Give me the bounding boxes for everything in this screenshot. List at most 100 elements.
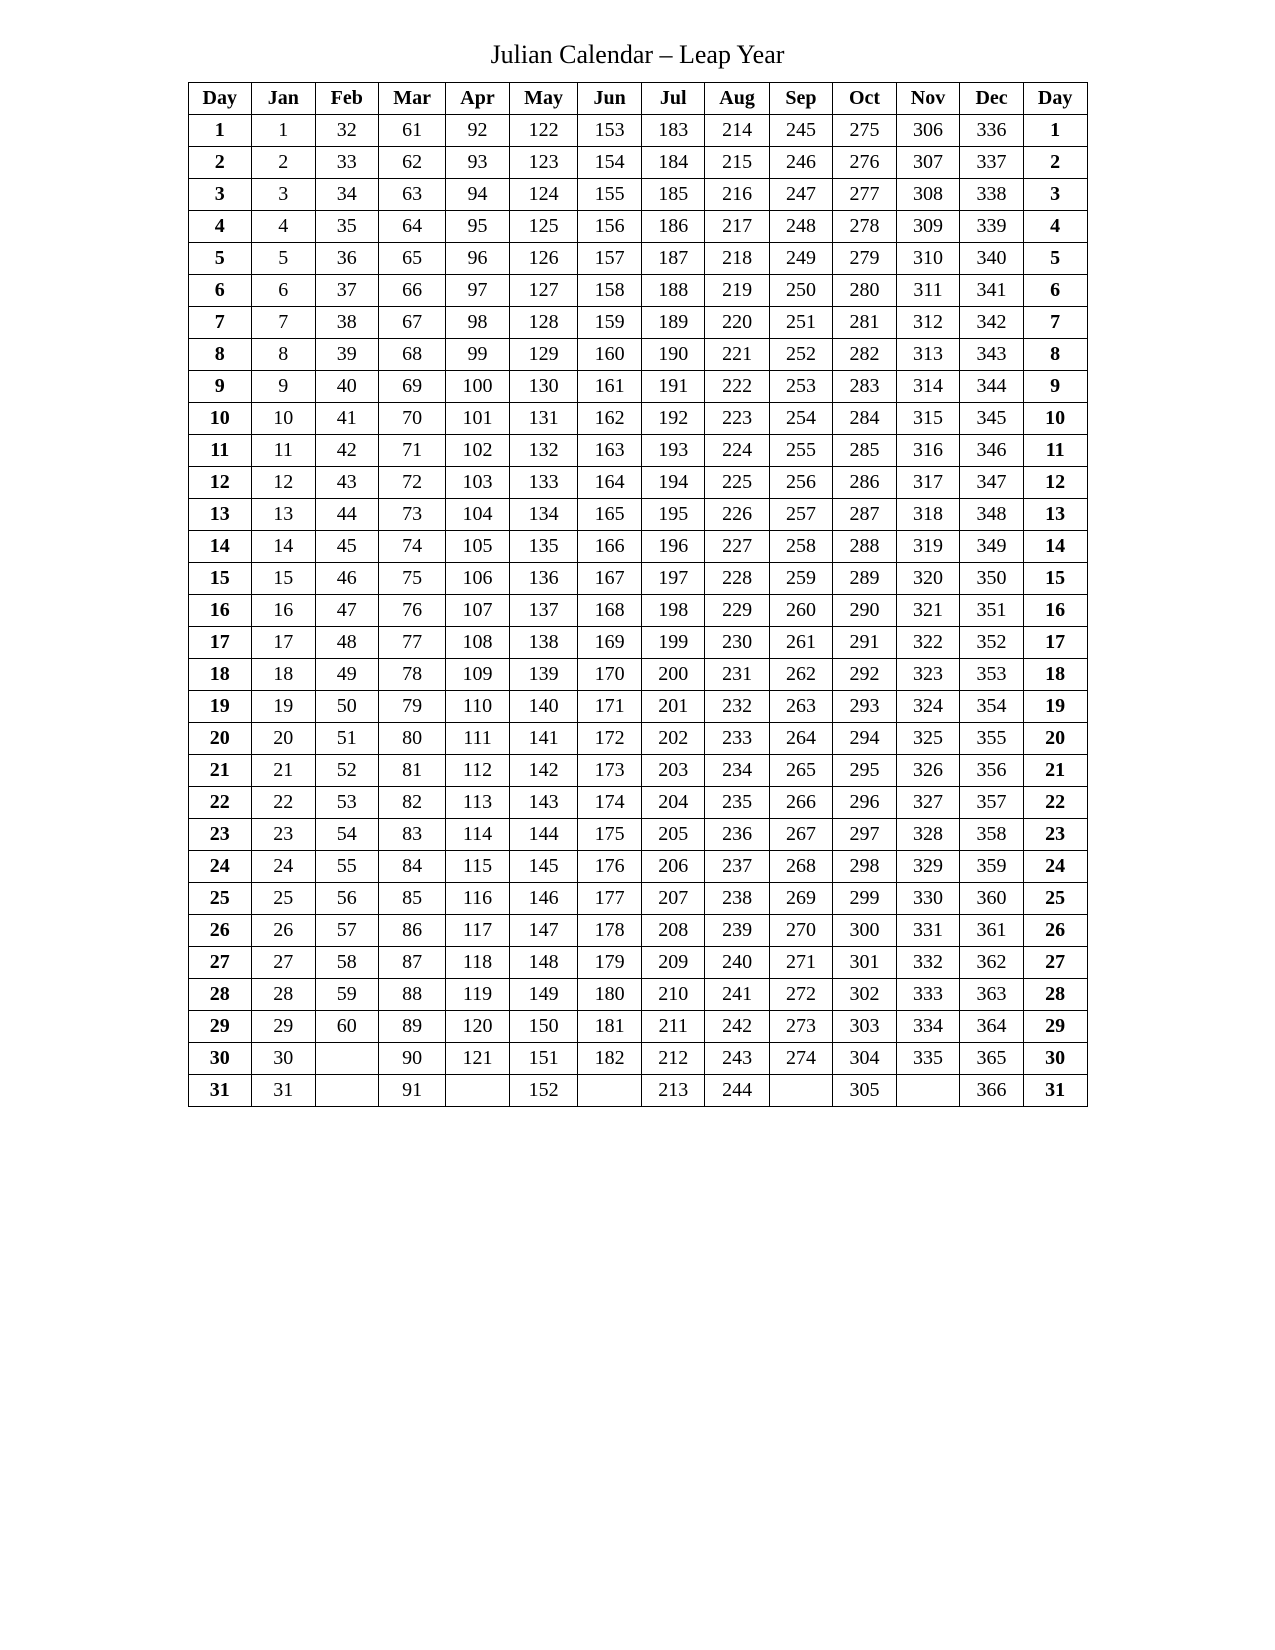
month-value: 221: [705, 339, 769, 371]
month-value: 167: [578, 563, 642, 595]
month-value: 166: [578, 531, 642, 563]
day-label: 31: [188, 1075, 252, 1107]
month-value: 140: [509, 691, 578, 723]
day-label-end: 5: [1023, 243, 1087, 275]
month-value: 106: [446, 563, 510, 595]
month-value: [315, 1043, 379, 1075]
day-label-end: 12: [1023, 467, 1087, 499]
month-value: 273: [769, 1011, 833, 1043]
month-value: 107: [446, 595, 510, 627]
month-value: 10: [252, 403, 316, 435]
month-value: 74: [379, 531, 446, 563]
month-value: 361: [960, 915, 1024, 947]
month-value: 351: [960, 595, 1024, 627]
day-label-end: 4: [1023, 211, 1087, 243]
month-value: 26: [252, 915, 316, 947]
month-value: 85: [379, 883, 446, 915]
day-label-end: 2: [1023, 147, 1087, 179]
month-value: 40: [315, 371, 379, 403]
month-value: 299: [833, 883, 897, 915]
month-value: 94: [446, 179, 510, 211]
month-value: 79: [379, 691, 446, 723]
month-value: 148: [509, 947, 578, 979]
month-value: 325: [896, 723, 960, 755]
month-value: 183: [641, 115, 705, 147]
month-value: 162: [578, 403, 642, 435]
month-value: 149: [509, 979, 578, 1011]
month-value: 118: [446, 947, 510, 979]
month-value: 346: [960, 435, 1024, 467]
month-value: [578, 1075, 642, 1107]
month-value: 35: [315, 211, 379, 243]
month-value: 199: [641, 627, 705, 659]
month-value: 302: [833, 979, 897, 1011]
month-value: 283: [833, 371, 897, 403]
day-label-end: 13: [1023, 499, 1087, 531]
table-row: 31319115221324430536631: [188, 1075, 1087, 1107]
month-value: 205: [641, 819, 705, 851]
month-value: 54: [315, 819, 379, 851]
page-title: Julian Calendar – Leap Year: [188, 40, 1088, 70]
day-label: 17: [188, 627, 252, 659]
day-label-end: 17: [1023, 627, 1087, 659]
month-value: 342: [960, 307, 1024, 339]
month-value: 47: [315, 595, 379, 627]
month-value: 220: [705, 307, 769, 339]
month-value: 65: [379, 243, 446, 275]
month-value: 214: [705, 115, 769, 147]
month-value: 116: [446, 883, 510, 915]
column-header-oct: Oct: [833, 83, 897, 115]
month-value: 360: [960, 883, 1024, 915]
month-value: [769, 1075, 833, 1107]
day-label: 20: [188, 723, 252, 755]
month-value: 123: [509, 147, 578, 179]
column-header-apr: Apr: [446, 83, 510, 115]
month-value: 247: [769, 179, 833, 211]
month-value: 83: [379, 819, 446, 851]
day-label: 30: [188, 1043, 252, 1075]
month-value: 197: [641, 563, 705, 595]
day-label-end: 3: [1023, 179, 1087, 211]
day-label-end: 28: [1023, 979, 1087, 1011]
month-value: 186: [641, 211, 705, 243]
month-value: 259: [769, 563, 833, 595]
month-value: 340: [960, 243, 1024, 275]
day-label: 14: [188, 531, 252, 563]
day-label-end: 9: [1023, 371, 1087, 403]
month-value: 291: [833, 627, 897, 659]
month-value: 306: [896, 115, 960, 147]
month-value: 17: [252, 627, 316, 659]
month-value: 224: [705, 435, 769, 467]
month-value: 75: [379, 563, 446, 595]
month-value: 122: [509, 115, 578, 147]
month-value: 238: [705, 883, 769, 915]
month-value: 55: [315, 851, 379, 883]
month-value: 61: [379, 115, 446, 147]
month-value: 261: [769, 627, 833, 659]
month-value: 179: [578, 947, 642, 979]
month-value: 33: [315, 147, 379, 179]
month-value: 262: [769, 659, 833, 691]
month-value: 134: [509, 499, 578, 531]
month-value: 308: [896, 179, 960, 211]
month-value: 353: [960, 659, 1024, 691]
month-value: 233: [705, 723, 769, 755]
month-value: 332: [896, 947, 960, 979]
month-value: 171: [578, 691, 642, 723]
month-value: 159: [578, 307, 642, 339]
month-value: 270: [769, 915, 833, 947]
month-value: 18: [252, 659, 316, 691]
month-value: 103: [446, 467, 510, 499]
julian-calendar-table: DayJanFebMarAprMayJunJulAugSepOctNovDecD…: [188, 82, 1088, 1107]
month-value: 69: [379, 371, 446, 403]
column-header-nov: Nov: [896, 83, 960, 115]
month-value: 146: [509, 883, 578, 915]
month-value: 305: [833, 1075, 897, 1107]
month-value: 175: [578, 819, 642, 851]
day-label: 12: [188, 467, 252, 499]
month-value: 204: [641, 787, 705, 819]
month-value: 97: [446, 275, 510, 307]
month-value: 8: [252, 339, 316, 371]
day-label: 8: [188, 339, 252, 371]
month-value: 231: [705, 659, 769, 691]
